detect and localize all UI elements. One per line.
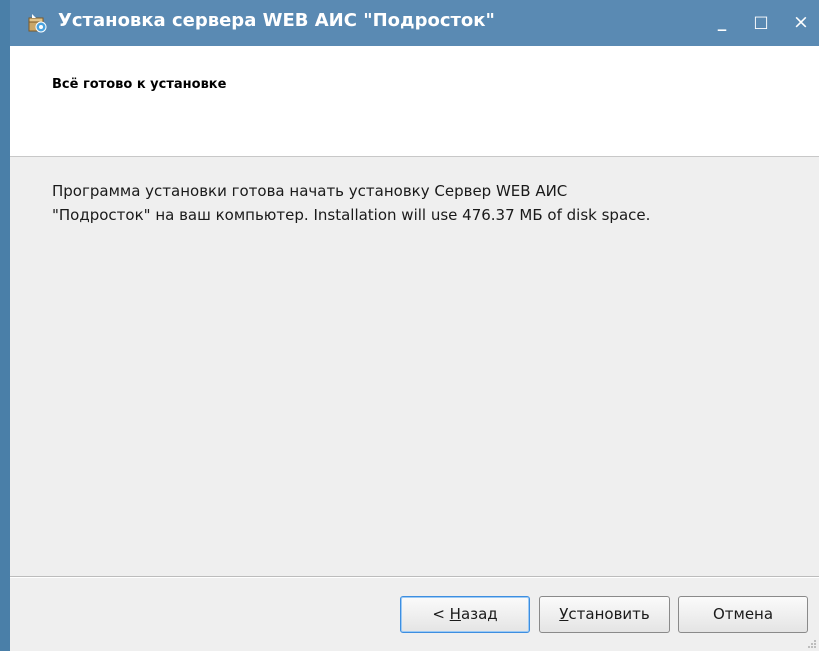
install-button-label: становить [568, 605, 650, 623]
back-button[interactable]: < Назад [400, 596, 530, 633]
back-button-mnemonic: Н [449, 605, 461, 623]
back-button-prefix: < [432, 605, 450, 623]
page-title: Всё готово к установке [52, 77, 227, 92]
message-line-1: Программа установки готова начать устано… [52, 182, 568, 200]
button-bar: < Назад Установить Отмена [10, 578, 819, 651]
installer-window: Установка сервера WEB АИС "Подросток" _ … [0, 0, 819, 651]
title-bar[interactable]: Установка сервера WEB АИС "Подросток" _ … [10, 0, 819, 46]
ready-message: Программа установки готова начать устано… [52, 179, 792, 227]
close-button[interactable]: × [788, 9, 814, 35]
window-left-border [0, 0, 10, 651]
back-button-label: азад [460, 605, 498, 623]
installer-package-icon [28, 14, 47, 33]
resize-grip-icon[interactable] [807, 639, 817, 649]
maximize-button[interactable]: □ [748, 9, 774, 35]
minimize-button[interactable]: _ [709, 9, 735, 35]
content-panel: Программа установки готова начать устано… [10, 157, 819, 575]
install-button[interactable]: Установить [539, 596, 670, 633]
cancel-button[interactable]: Отмена [678, 596, 808, 633]
page-header: Всё готово к установке [10, 46, 819, 157]
window-title: Установка сервера WEB АИС "Подросток" [58, 10, 495, 31]
message-line-2: "Подросток" на ваш компьютер. Installati… [52, 206, 651, 224]
